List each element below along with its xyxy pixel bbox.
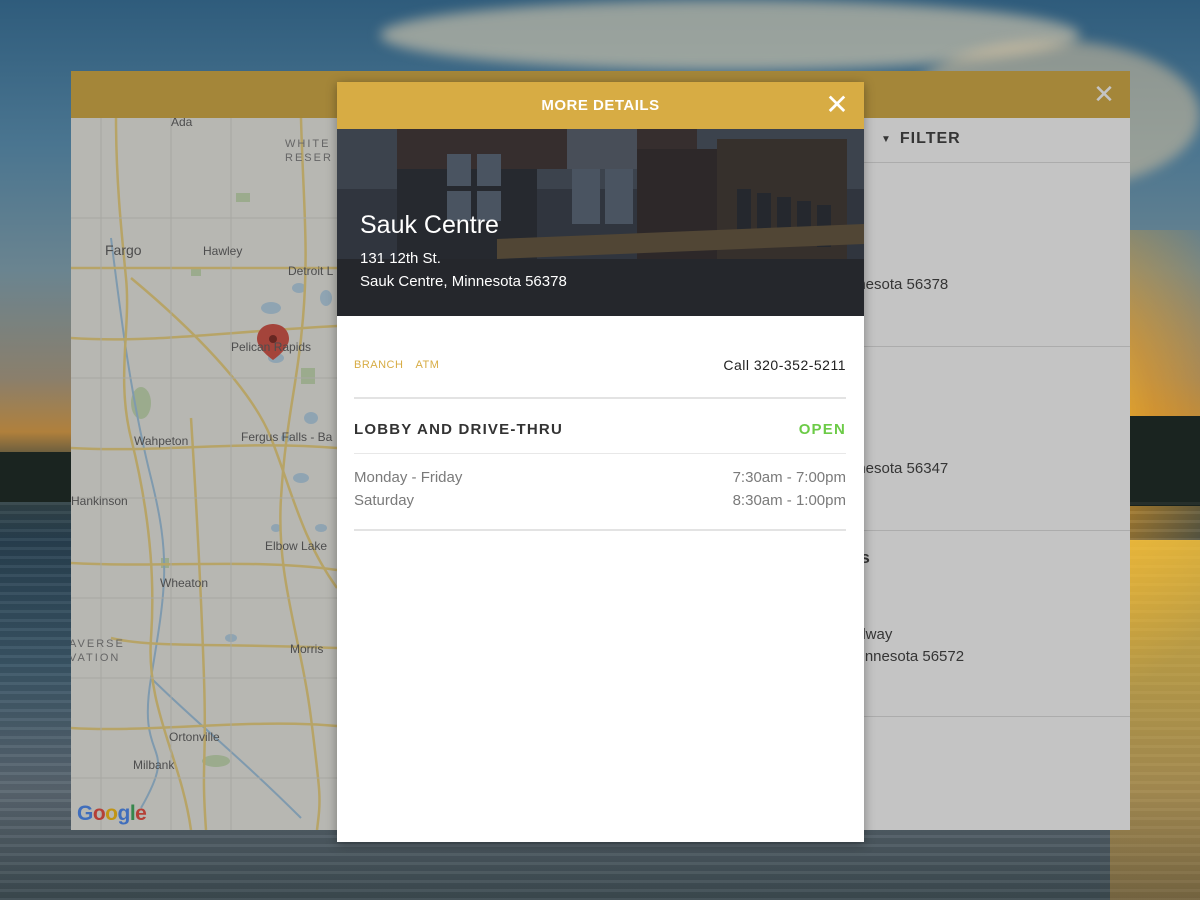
background-shoreline — [0, 452, 75, 502]
hours-day: Saturday — [354, 492, 415, 509]
modal-title: MORE DETAILS — [541, 97, 660, 114]
divider — [354, 453, 846, 454]
location-photo: Sauk Centre 131 12th St. Sauk Centre, Mi… — [337, 129, 864, 316]
hours-time: 7:30am - 7:00pm — [732, 469, 846, 486]
hours-time: 8:30am - 1:00pm — [732, 492, 846, 509]
location-name: Sauk Centre — [360, 211, 499, 239]
tag-atm: ATM — [415, 359, 440, 371]
status-badge: OPEN — [798, 421, 846, 438]
divider — [354, 397, 846, 399]
background-shoreline — [1128, 416, 1200, 506]
call-phone-link[interactable]: Call 320-352-5211 — [723, 357, 846, 373]
tag-branch: BRANCH — [354, 359, 404, 371]
service-tags: BRANCH ATM — [354, 359, 439, 371]
modal-header: MORE DETAILS ✕ — [337, 82, 864, 129]
hours-section-title: LOBBY AND DRIVE-THRU — [354, 421, 564, 438]
divider — [354, 529, 846, 531]
location-details-modal: MORE DETAILS ✕ Sauk Centre 131 12th St. … — [337, 82, 864, 842]
address-line-1: 131 12th St. — [360, 250, 441, 267]
close-icon[interactable]: ✕ — [824, 91, 850, 119]
hours-day: Monday - Friday — [354, 469, 463, 486]
address-line-2: Sauk Centre, Minnesota 56378 — [360, 273, 567, 290]
